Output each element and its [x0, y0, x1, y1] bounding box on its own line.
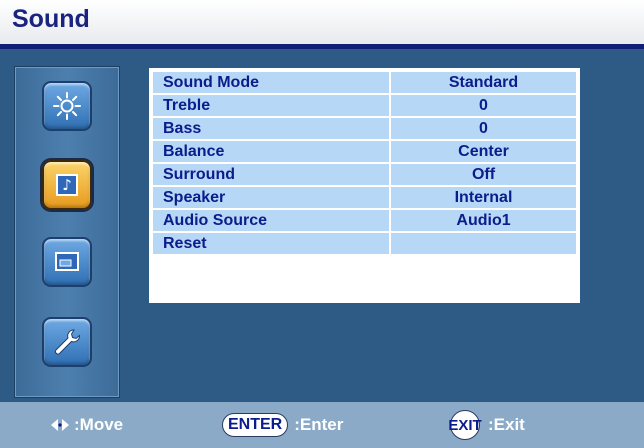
title-divider: [0, 44, 644, 49]
exit-hint: EXIT :Exit: [448, 410, 525, 440]
move-hint: :Move: [50, 412, 123, 438]
enter-label: :Enter: [294, 415, 344, 434]
screen-icon: [55, 252, 79, 271]
menu-row-reset[interactable]: Reset: [149, 233, 580, 254]
sidebar-item-sound[interactable]: ♪: [42, 160, 92, 210]
music-note-icon: ♪: [56, 174, 78, 196]
row-label: Speaker: [153, 187, 389, 208]
menu-row-bass[interactable]: Bass 0: [149, 118, 580, 139]
row-value: [391, 233, 576, 254]
category-sidebar: ♪: [14, 66, 120, 398]
help-bar: :Move ENTER :Enter EXIT :Exit: [0, 402, 644, 448]
sidebar-item-picture[interactable]: [42, 81, 92, 131]
menu-row-balance[interactable]: Balance Center: [149, 141, 580, 162]
row-value: Center: [391, 141, 576, 162]
menu-row-speaker[interactable]: Speaker Internal: [149, 187, 580, 208]
row-label: Bass: [153, 118, 389, 139]
menu-row-treble[interactable]: Treble 0: [149, 95, 580, 116]
row-label: Balance: [153, 141, 389, 162]
row-label: Audio Source: [153, 210, 389, 231]
menu-row-sound-mode[interactable]: Sound Mode Standard: [149, 72, 580, 93]
row-value: Internal: [391, 187, 576, 208]
brightness-icon: [53, 92, 81, 120]
row-label: Reset: [153, 233, 389, 254]
enter-hint: ENTER :Enter: [222, 412, 343, 438]
page-title: Sound: [12, 5, 90, 33]
wrench-icon: [55, 329, 80, 355]
title-bar: Sound: [0, 0, 644, 44]
menu-row-audio-source[interactable]: Audio Source Audio1: [149, 210, 580, 231]
row-label: Sound Mode: [153, 72, 389, 93]
row-value: Audio1: [391, 210, 576, 231]
sidebar-item-setup[interactable]: [42, 317, 92, 367]
enter-key-icon: ENTER: [222, 413, 289, 437]
row-value: 0: [391, 118, 576, 139]
left-right-arrows-icon: [50, 418, 70, 432]
row-label: Surround: [153, 164, 389, 185]
row-label: Treble: [153, 95, 389, 116]
move-label: :Move: [74, 415, 124, 434]
menu-row-surround[interactable]: Surround Off: [149, 164, 580, 185]
sound-settings-table: Sound Mode Standard Treble 0 Bass 0 Bala…: [149, 68, 580, 303]
exit-label: :Exit: [488, 415, 525, 434]
exit-key-icon: EXIT: [448, 410, 482, 440]
row-value: Off: [391, 164, 576, 185]
row-value: Standard: [391, 72, 576, 93]
row-value: 0: [391, 95, 576, 116]
sidebar-item-screen[interactable]: [42, 237, 92, 287]
